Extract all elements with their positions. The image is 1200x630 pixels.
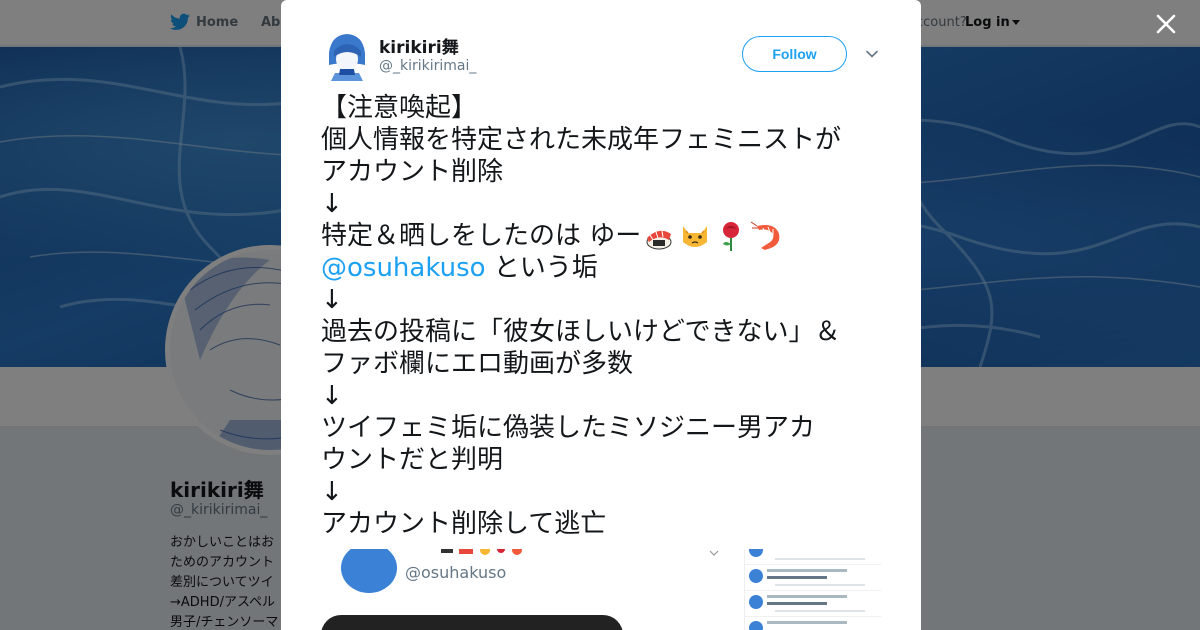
tweet-line: ↓ — [321, 477, 343, 507]
tweet-line: ツイフェミ垢に偽装したミソジニー男アカ — [321, 413, 816, 443]
tweet-line: ファボ欄にエロ動画が多数 — [321, 349, 634, 379]
author-name[interactable]: kirikiri舞 — [379, 33, 459, 58]
mini-avatar — [749, 549, 763, 557]
tweet-modal: kirikiri舞 @_kirikirimai_ Follow 【注意喚起】 個… — [281, 0, 921, 630]
embedded-handle: @osuhakuso — [405, 563, 507, 582]
mini-tweet-row — [745, 591, 881, 617]
embedded-emoji-strip — [441, 549, 522, 555]
tweet-line: ↓ — [321, 285, 343, 315]
sushi-icon — [646, 230, 672, 250]
mini-avatar — [749, 621, 763, 630]
author-handle[interactable]: @_kirikirimai_ — [379, 58, 476, 74]
tweet-line: アカウント削除して逃亡 — [321, 509, 607, 539]
mini-meta — [767, 595, 847, 598]
tweet-line-with-emoji: 特定＆晒しをしたのは ゆー — [321, 220, 891, 252]
embedded-avatar — [341, 549, 397, 593]
chevron-down-icon[interactable] — [865, 47, 879, 61]
tweet-line: アカウント削除 — [321, 157, 504, 187]
tweet-line: 過去の投稿に「彼女ほしいけどできない」＆ — [321, 317, 841, 347]
author-avatar-drawing — [325, 31, 370, 81]
tweet-line: ↓ — [321, 381, 343, 411]
tweet-line: 個人情報を特定された未成年フェミニストが — [321, 125, 842, 155]
embedded-button — [321, 615, 623, 630]
mini-actions — [775, 610, 865, 612]
mini-actions — [775, 558, 865, 560]
mini-text — [767, 602, 827, 605]
tweet-line-text: という垢 — [485, 253, 598, 283]
shrimp-icon — [750, 221, 780, 250]
tweet-line-with-mention: @osuhakuso という垢 — [321, 252, 891, 284]
mini-text — [767, 576, 827, 579]
attached-screenshot-2[interactable] — [744, 549, 881, 630]
mini-actions — [775, 584, 865, 586]
mention-link[interactable]: @osuhakuso — [321, 253, 486, 283]
mini-tweet-row — [745, 565, 881, 591]
mini-meta — [767, 621, 847, 624]
mini-avatar — [749, 595, 763, 609]
mini-avatar — [749, 569, 763, 583]
close-icon[interactable] — [1154, 12, 1178, 36]
chevron-down-icon — [709, 550, 719, 556]
follow-button[interactable]: Follow — [742, 36, 847, 72]
attached-screenshot-1[interactable]: @osuhakuso — [321, 549, 735, 630]
tweet-line: 【注意喚起】 — [321, 93, 478, 123]
tweet-line: ↓ — [321, 189, 343, 219]
tweet-line: ウントだと判明 — [321, 445, 504, 475]
cat-icon — [683, 226, 708, 247]
mini-tweet-row — [745, 549, 881, 565]
mini-tweet-row — [745, 617, 881, 630]
mini-meta — [767, 569, 847, 572]
tweet-text: 【注意喚起】 個人情報を特定された未成年フェミニストが アカウント削除 ↓ 特定… — [321, 92, 891, 540]
rose-icon — [723, 222, 740, 251]
author-avatar[interactable] — [325, 31, 370, 81]
tweet-line-text: 特定＆晒しをしたのは ゆー — [321, 221, 642, 251]
